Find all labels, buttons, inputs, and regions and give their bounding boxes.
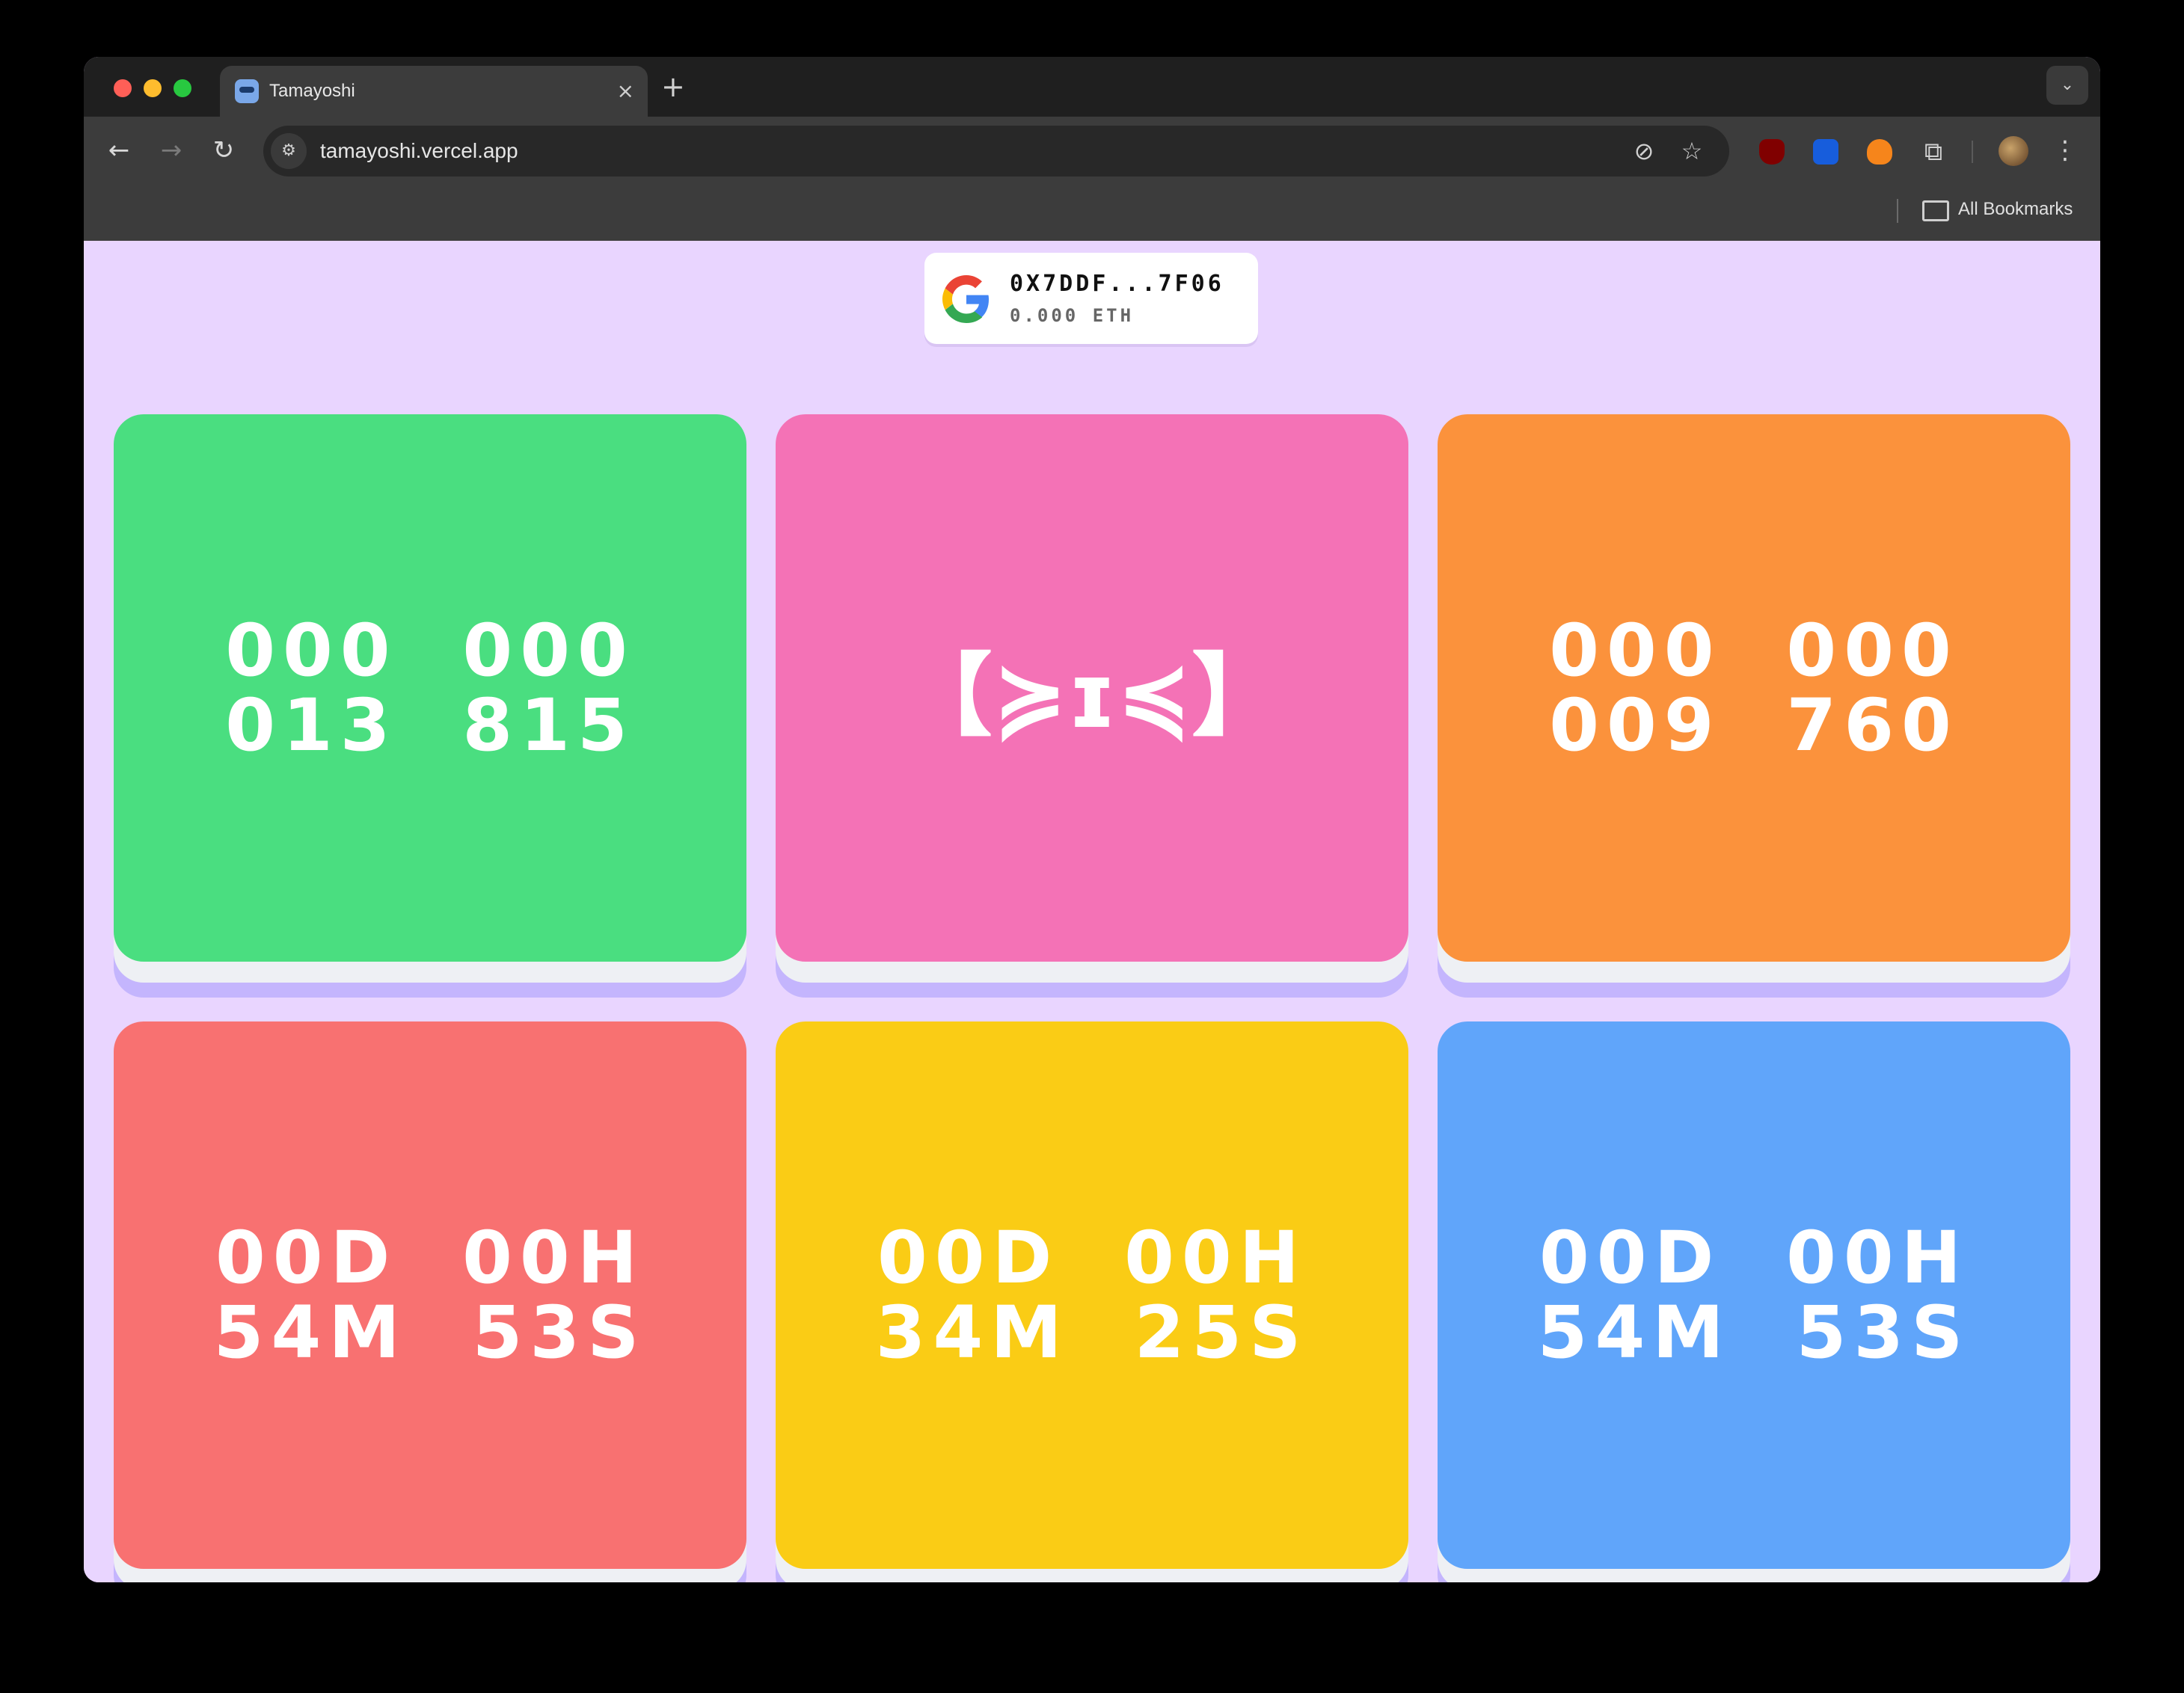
google-logo-icon: [942, 275, 989, 323]
eye-off-icon[interactable]: ⊘: [1629, 136, 1659, 166]
robot-favicon-icon: [235, 79, 259, 103]
card-2[interactable]: 【≽ɪ≼】: [776, 414, 1408, 998]
profile-avatar[interactable]: [1999, 136, 2028, 166]
card-3[interactable]: 000 000 009 760: [1438, 414, 2070, 998]
card-line-1: 00D 00H: [215, 1216, 645, 1300]
card-line-2: 34M 25S: [875, 1291, 1309, 1374]
card-line-2: 54M 53S: [1537, 1291, 1971, 1374]
tab-close-icon[interactable]: ×: [617, 76, 634, 106]
browser-toolbar: ← → ↻ ⚙ tamayoshi.vercel.app ⊘ ☆ ⧉ ⋮: [84, 117, 2100, 184]
new-tab-button[interactable]: +: [661, 70, 685, 103]
card-line-2: 54M 53S: [213, 1291, 647, 1374]
card-face-panel[interactable]: 00D 00H 34M 25S: [776, 1021, 1408, 1569]
toolbar-separator: [1972, 141, 1973, 163]
wallet-balance: 0.000 ETH: [1010, 305, 1135, 326]
bookmarks-bar: All Bookmarks: [84, 184, 2100, 242]
card-6[interactable]: 00D 00H 54M 53S: [1438, 1021, 2070, 1582]
maximize-window-button[interactable]: [174, 79, 191, 97]
card-line-2: 013 815: [225, 683, 635, 767]
kaomoji-face: 【≽ɪ≼】: [902, 645, 1282, 749]
card-face-panel[interactable]: 000 000 009 760: [1438, 414, 2070, 962]
forward-arrow-icon[interactable]: →: [153, 132, 190, 169]
card-line-1: 00D 00H: [1539, 1216, 1969, 1300]
wallet-address: 0X7DDF...7F06: [1010, 271, 1224, 297]
all-bookmarks-link[interactable]: All Bookmarks: [1958, 199, 2073, 220]
card-5[interactable]: 00D 00H 34M 25S: [776, 1021, 1408, 1582]
browser-window: Tamayoshi × + ⌄ ← → ↻ ⚙ tamayoshi.vercel…: [84, 57, 2100, 1582]
folder-icon[interactable]: [1922, 200, 1949, 221]
minimize-window-button[interactable]: [144, 79, 162, 97]
tab-search-chevron-icon[interactable]: ⌄: [2046, 66, 2088, 105]
card-face-panel[interactable]: 00D 00H 54M 53S: [1438, 1021, 2070, 1569]
tab-title: Tamayoshi: [269, 81, 355, 101]
star-icon[interactable]: ☆: [1677, 136, 1707, 166]
card-1[interactable]: 000 000 013 815: [114, 414, 746, 998]
bookmarks-separator: [1897, 199, 1898, 223]
back-arrow-icon[interactable]: ←: [100, 132, 138, 169]
card-line-1: 000 000: [1549, 609, 1959, 692]
card-line-1: 000 000: [225, 609, 635, 692]
card-4[interactable]: 00D 00H 54M 53S: [114, 1021, 746, 1582]
tab-tamayoshi[interactable]: Tamayoshi ×: [220, 66, 648, 117]
card-line-2: 009 760: [1549, 683, 1959, 767]
menu-kebab-icon[interactable]: ⋮: [2052, 132, 2078, 169]
bitwarden-extension-icon[interactable]: [1813, 139, 1838, 165]
url-text[interactable]: tamayoshi.vercel.app: [320, 139, 518, 163]
card-face-panel[interactable]: 000 000 013 815: [114, 414, 746, 962]
page-content: 0X7DDF...7F06 0.000 ETH 000 000 013 815 …: [84, 241, 2100, 1582]
card-line-1: 00D 00H: [877, 1216, 1307, 1300]
close-window-button[interactable]: [114, 79, 132, 97]
card-face-panel[interactable]: 00D 00H 54M 53S: [114, 1021, 746, 1569]
site-settings-icon[interactable]: ⚙: [271, 133, 307, 169]
extensions-puzzle-icon[interactable]: ⧉: [1921, 139, 1946, 165]
wallet-badge[interactable]: 0X7DDF...7F06 0.000 ETH: [924, 253, 1258, 344]
reload-icon[interactable]: ↻: [205, 132, 242, 169]
metamask-extension-icon[interactable]: [1867, 139, 1892, 165]
card-face-panel[interactable]: 【≽ɪ≼】: [776, 414, 1408, 962]
address-bar[interactable]: ⚙ tamayoshi.vercel.app ⊘ ☆: [263, 126, 1729, 176]
tab-bar: Tamayoshi × + ⌄: [84, 57, 2100, 117]
ublock-extension-icon[interactable]: [1759, 139, 1785, 165]
